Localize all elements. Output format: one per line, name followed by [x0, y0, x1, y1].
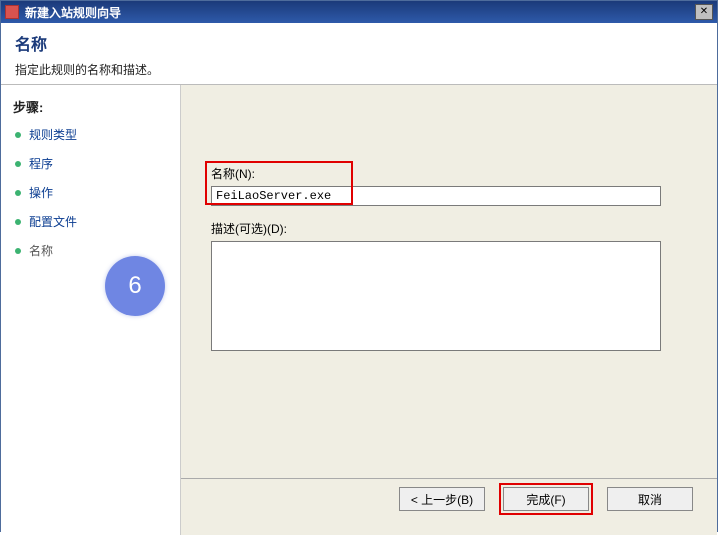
page-subtitle: 指定此规则的名称和描述。	[15, 61, 703, 78]
wizard-buttons: < 上一步(B) 完成(F) 取消	[399, 483, 693, 515]
footer-separator	[181, 478, 717, 479]
step-label: 名称	[29, 242, 53, 259]
page-header: 名称 指定此规则的名称和描述。	[1, 23, 717, 85]
description-input[interactable]	[211, 241, 661, 351]
annotation-highlight-finish: 完成(F)	[499, 483, 593, 515]
steps-sidebar: 步骤: 规则类型 程序 操作 配置文件 名称	[1, 85, 181, 535]
bullet-icon	[15, 190, 21, 196]
step-name[interactable]: 名称	[1, 236, 180, 265]
finish-button[interactable]: 完成(F)	[503, 487, 589, 511]
wizard-body: 步骤: 规则类型 程序 操作 配置文件 名称	[1, 85, 717, 535]
bullet-icon	[15, 248, 21, 254]
steps-header: 步骤:	[1, 93, 180, 120]
step-label: 规则类型	[29, 126, 77, 143]
page-title: 名称	[15, 31, 703, 55]
step-label: 程序	[29, 155, 53, 172]
step-profile[interactable]: 配置文件	[1, 207, 180, 236]
titlebar: 新建入站规则向导 ✕	[1, 1, 717, 23]
bullet-icon	[15, 132, 21, 138]
bullet-icon	[15, 161, 21, 167]
main-panel: 名称(N): 描述(可选)(D): < 上一步(B) 完成(F) 取消	[181, 85, 717, 535]
back-button[interactable]: < 上一步(B)	[399, 487, 485, 511]
app-icon	[5, 5, 19, 19]
wizard-window: 新建入站规则向导 ✕ 名称 指定此规则的名称和描述。 步骤: 规则类型 程序 操…	[0, 0, 718, 532]
name-label: 名称(N):	[211, 165, 687, 182]
annotation-step-badge: 6	[105, 256, 165, 316]
bullet-icon	[15, 219, 21, 225]
step-label: 操作	[29, 184, 53, 201]
close-icon[interactable]: ✕	[695, 4, 713, 20]
step-rule-type[interactable]: 规则类型	[1, 120, 180, 149]
step-action[interactable]: 操作	[1, 178, 180, 207]
cancel-button[interactable]: 取消	[607, 487, 693, 511]
description-label: 描述(可选)(D):	[211, 220, 687, 237]
step-program[interactable]: 程序	[1, 149, 180, 178]
step-label: 配置文件	[29, 213, 77, 230]
window-title: 新建入站规则向导	[25, 4, 695, 21]
name-input[interactable]	[211, 186, 661, 206]
